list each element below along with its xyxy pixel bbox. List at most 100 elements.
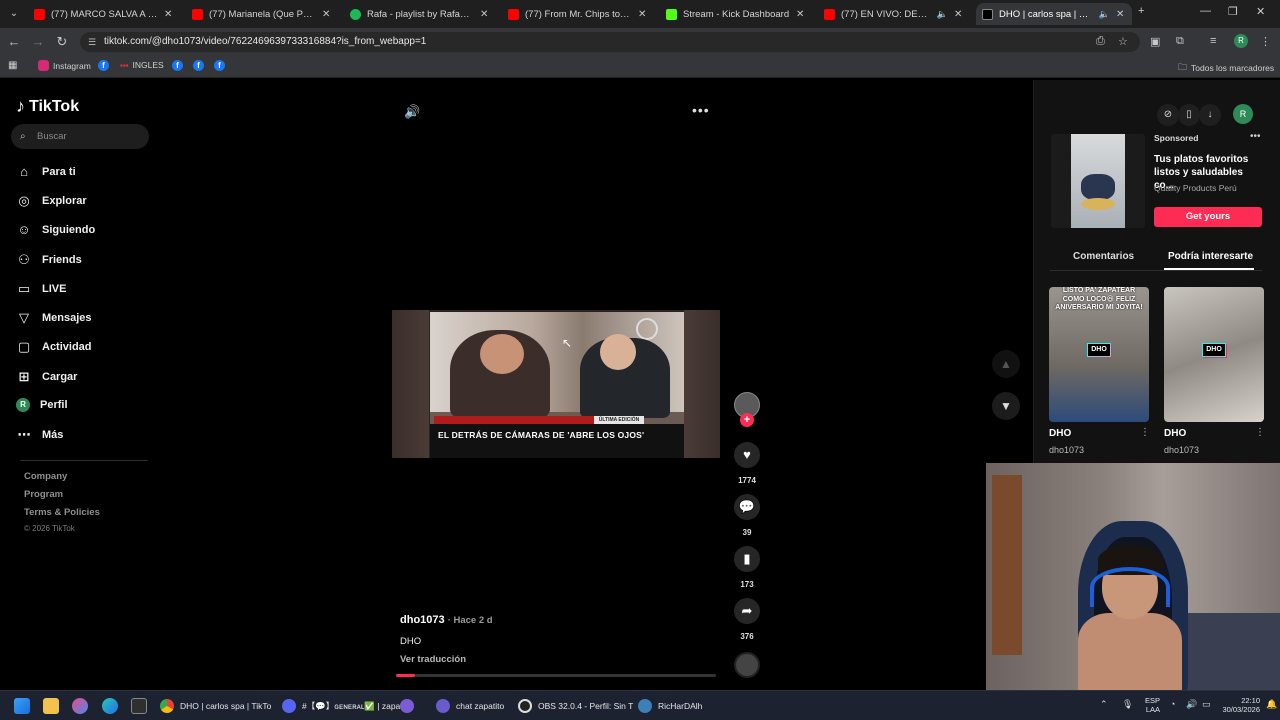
follow-plus-icon[interactable]: + xyxy=(740,413,754,427)
taskbar-chat[interactable]: chat zapatito xyxy=(436,697,504,715)
next-video-chevron-down-icon[interactable]: ▼ xyxy=(992,392,1020,420)
taskbar-obs[interactable]: OBS 32.0.4 - Perfil: Sin T xyxy=(518,697,633,715)
nav-live[interactable]: ▭ LIVE xyxy=(16,281,67,297)
ad-cta-button[interactable]: Get yours xyxy=(1154,207,1262,227)
bookmark-facebook-1[interactable]: f xyxy=(98,60,109,71)
store-icon[interactable] xyxy=(131,698,147,714)
bookmark-facebook-3[interactable]: f xyxy=(193,60,204,71)
close-icon[interactable]: ✕ xyxy=(480,9,490,20)
nav-explore[interactable]: ◎ Explorar xyxy=(16,193,86,209)
browser-tab-6[interactable]: (77) EN VIVO: DEBATE PRES 🔈 ✕ xyxy=(818,3,970,25)
bookmark-ingles[interactable]: ▪▪▪ INGLES xyxy=(120,60,164,70)
site-info-icon[interactable]: ☰ xyxy=(88,32,96,52)
speaker-icon[interactable]: 🔈 xyxy=(1099,9,1110,20)
compass-icon[interactable]: ⊘ xyxy=(1157,104,1179,126)
bookmark-facebook-2[interactable]: f xyxy=(172,60,183,71)
nav-activity[interactable]: ▢ Actividad xyxy=(16,339,92,355)
close-icon[interactable]: ✕ xyxy=(638,9,648,20)
suggested-user[interactable]: dho1073 xyxy=(1049,445,1084,455)
tab-comments[interactable]: Comentarios xyxy=(1073,251,1134,262)
prev-video-chevron-up-icon[interactable]: ▲ xyxy=(992,350,1020,378)
copilot-icon[interactable] xyxy=(72,698,88,714)
reload-icon[interactable]: ↻ xyxy=(54,34,70,50)
nav-upload[interactable]: ⊞ Cargar xyxy=(16,369,78,385)
tab-search-icon[interactable]: ⌄ xyxy=(6,6,22,22)
nav-more[interactable]: ⋯ Más xyxy=(16,427,64,443)
all-bookmarks-folder[interactable]: 🗀 Todos los marcadores xyxy=(1178,60,1274,76)
search-input[interactable]: ⌕ Buscar xyxy=(11,124,149,149)
close-icon[interactable]: ✕ xyxy=(1116,9,1126,20)
back-icon[interactable]: ← xyxy=(6,34,22,49)
bookmark-facebook-4[interactable]: f xyxy=(214,60,225,71)
file-explorer-icon[interactable] xyxy=(43,698,59,714)
taskbar-app[interactable] xyxy=(400,697,414,715)
video-player[interactable]: ÚLTIMA EDICIÓN EL DETRÁS DE CÁMARAS DE '… xyxy=(392,310,720,458)
apps-icon[interactable]: ▦ xyxy=(8,60,17,71)
edge-icon[interactable] xyxy=(102,698,118,714)
tray-chevron-up-icon[interactable]: ⌃ xyxy=(1100,699,1108,710)
window-close-icon[interactable]: ✕ xyxy=(1256,5,1265,18)
browser-tab-active[interactable]: DHO | carlos spa | TikTok 🔈 ✕ xyxy=(976,3,1132,25)
nav-for-you[interactable]: ⌂ Para ti xyxy=(16,164,76,179)
nav-friends[interactable]: ⚇ Friends xyxy=(16,252,82,268)
new-tab-icon[interactable]: + xyxy=(1138,5,1144,17)
suggested-name[interactable]: DHO xyxy=(1164,428,1186,439)
tiktok-logo[interactable]: ♪ TikTok xyxy=(16,96,79,117)
browser-tab-5[interactable]: Stream - Kick Dashboard ✕ xyxy=(660,3,812,25)
user-avatar[interactable]: R xyxy=(1233,104,1253,124)
bookmark-icon[interactable]: ▮ xyxy=(734,546,760,572)
video-progress-bar[interactable] xyxy=(396,674,716,677)
menu-kebab-icon[interactable]: ⋮ xyxy=(1260,35,1271,48)
notifications-bell-icon[interactable]: 🔔 xyxy=(1266,699,1277,710)
close-icon[interactable]: ✕ xyxy=(796,9,806,20)
close-icon[interactable]: ✕ xyxy=(164,9,174,20)
suggested-video-1[interactable]: LISTO PA' ZAPATEAR COMO LOCO😆 FELIZ ANIV… xyxy=(1049,287,1149,422)
browser-tab-4[interactable]: (77) From Mr. Chips to Scarface ✕ xyxy=(502,3,654,25)
bookmark-instagram[interactable]: Instagram xyxy=(38,60,91,71)
volume-icon[interactable]: 🔊 xyxy=(404,104,420,120)
translate-link[interactable]: Ver traducción xyxy=(400,654,466,665)
download-icon[interactable]: ↓ xyxy=(1199,104,1221,126)
microphone-icon[interactable]: 🎙 xyxy=(1122,699,1133,710)
sound-disc-icon[interactable] xyxy=(734,652,760,678)
suggested-user[interactable]: dho1073 xyxy=(1164,445,1199,455)
video-author[interactable]: dho1073 · Hace 2 d xyxy=(400,614,493,626)
share-arrow-icon[interactable]: ➦ xyxy=(734,598,760,624)
suggested-video-2[interactable]: DHO xyxy=(1164,287,1264,422)
close-icon[interactable]: ✕ xyxy=(322,9,332,20)
comment-icon[interactable]: 💬 xyxy=(734,494,760,520)
install-icon[interactable]: ⎙ xyxy=(1096,35,1105,48)
ad-thumbnail[interactable] xyxy=(1051,134,1145,228)
suggested-more-icon[interactable]: ⋮ xyxy=(1255,427,1265,438)
nav-profile[interactable]: R Perfil xyxy=(16,398,68,412)
like-heart-icon[interactable]: ♥ xyxy=(734,442,760,468)
browser-tab-3[interactable]: Rafa - playlist by RafaelLxared | ✕ xyxy=(344,3,496,25)
close-icon[interactable]: ✕ xyxy=(954,9,964,20)
wifi-icon[interactable]: ◔ xyxy=(1170,699,1175,709)
suggested-name[interactable]: DHO xyxy=(1049,428,1071,439)
nav-following[interactable]: ☺ Siguiendo xyxy=(16,222,95,237)
tab-might-interest[interactable]: Podría interesarte xyxy=(1168,251,1253,262)
footer-company[interactable]: Company xyxy=(24,471,67,482)
speaker-icon[interactable]: 🔈 xyxy=(937,9,948,20)
clock[interactable]: 22:10 30/03/2026 xyxy=(1210,696,1260,714)
nav-messages[interactable]: ▽ Mensajes xyxy=(16,310,92,326)
taskbar-chrome[interactable]: DHO | carlos spa | TikTo xyxy=(160,697,271,715)
extensions-icon[interactable]: ⧉ xyxy=(1176,35,1184,48)
phone-icon[interactable]: ▯ xyxy=(1178,104,1200,126)
browser-profile-avatar[interactable]: R xyxy=(1234,34,1248,48)
taskbar-steam[interactable]: RicHarDAlh xyxy=(638,697,702,715)
footer-program[interactable]: Program xyxy=(24,489,63,500)
minimize-icon[interactable]: — xyxy=(1200,5,1211,17)
video-more-icon[interactable]: ••• xyxy=(692,102,710,118)
taskbar-discord[interactable]: #【💬】ɢᴇɴᴇʀᴀʟ✅ | zapa xyxy=(282,697,400,715)
language-indicator[interactable]: ESP LAA xyxy=(1138,696,1160,714)
forward-icon[interactable]: → xyxy=(30,34,46,49)
windows-start-icon[interactable] xyxy=(14,698,30,714)
media-icon[interactable]: ≡ xyxy=(1210,35,1216,47)
suggested-more-icon[interactable]: ⋮ xyxy=(1140,427,1150,438)
volume-tray-icon[interactable]: 🔊 xyxy=(1186,699,1197,710)
browser-tab-1[interactable]: (77) MARCO SALVA A GRACE D ✕ xyxy=(28,3,180,25)
ad-more-icon[interactable]: ••• xyxy=(1250,131,1261,142)
bookmark-star-icon[interactable]: ☆ xyxy=(1118,35,1128,48)
